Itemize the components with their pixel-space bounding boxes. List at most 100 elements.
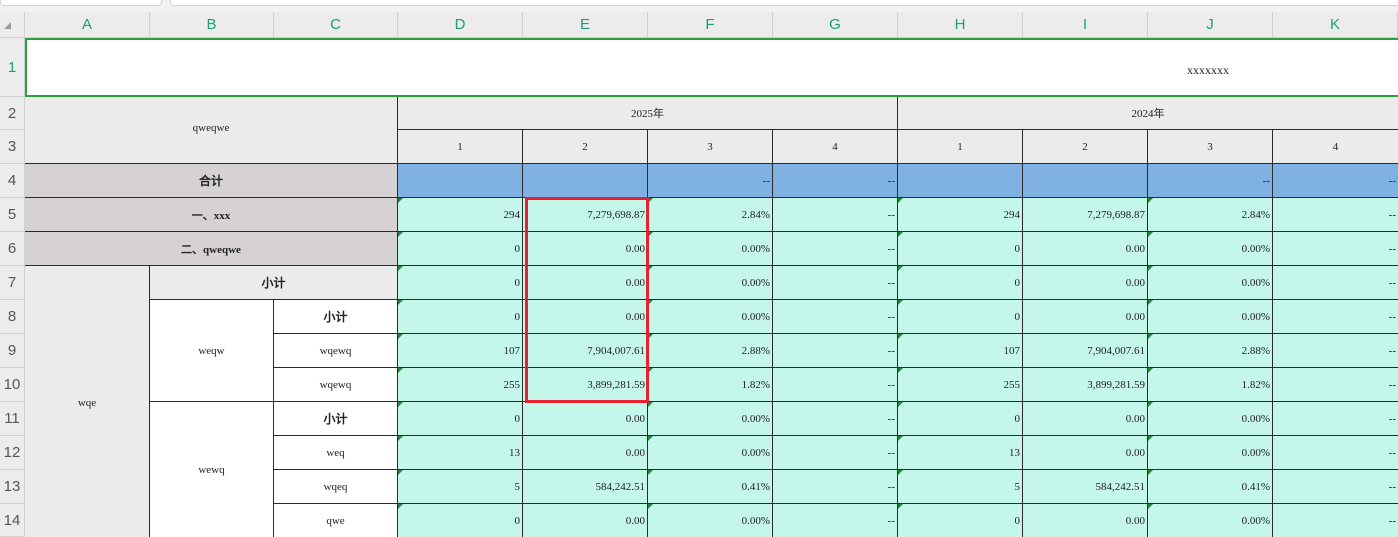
data-cell-r12-c2[interactable]: 0.00% [648, 436, 773, 470]
data-cell-r6-c1[interactable]: 0.00 [523, 232, 648, 266]
data-cell-r4-c2[interactable]: -- [648, 164, 773, 198]
label-total[interactable]: 合计 [25, 164, 398, 198]
data-cell-r8-c5[interactable]: 0.00 [1023, 300, 1148, 334]
data-cell-r7-c4[interactable]: 0 [898, 266, 1023, 300]
row-header-11[interactable]: 12 [0, 436, 25, 470]
data-cell-r5-c0[interactable]: 294 [398, 198, 523, 232]
column-header-10[interactable]: K [1273, 12, 1398, 38]
data-cell-r14-c1[interactable]: 0.00 [523, 504, 648, 537]
row-header-8[interactable]: 9 [0, 334, 25, 368]
data-cell-r4-c3[interactable]: -- [773, 164, 898, 198]
label-r10[interactable]: wqewq [274, 368, 398, 402]
data-cell-r13-c3[interactable]: -- [773, 470, 898, 504]
data-cell-r12-c3[interactable]: -- [773, 436, 898, 470]
data-cell-r11-c3[interactable]: -- [773, 402, 898, 436]
data-cell-r7-c3[interactable]: -- [773, 266, 898, 300]
sub-column-header-4[interactable]: 1 [898, 130, 1023, 164]
data-cell-r13-c0[interactable]: 5 [398, 470, 523, 504]
sub-column-header-5[interactable]: 2 [1023, 130, 1148, 164]
data-cell-r4-c6[interactable]: -- [1148, 164, 1273, 198]
data-cell-r7-c0[interactable]: 0 [398, 266, 523, 300]
column-header-5[interactable]: F [648, 12, 773, 38]
label-r12[interactable]: weq [274, 436, 398, 470]
data-cell-r6-c6[interactable]: 0.00% [1148, 232, 1273, 266]
label-r8-subtotal[interactable]: 小计 [274, 300, 398, 334]
data-cell-r6-c7[interactable]: -- [1273, 232, 1398, 266]
data-cell-r6-c5[interactable]: 0.00 [1023, 232, 1148, 266]
data-cell-r5-c1[interactable]: 7,279,698.87 [523, 198, 648, 232]
column-header-4[interactable]: E [523, 12, 648, 38]
data-cell-r8-c6[interactable]: 0.00% [1148, 300, 1273, 334]
sub-column-header-0[interactable]: 1 [398, 130, 523, 164]
data-cell-r8-c3[interactable]: -- [773, 300, 898, 334]
data-cell-r13-c1[interactable]: 584,242.51 [523, 470, 648, 504]
column-header-1[interactable]: B [150, 12, 274, 38]
data-cell-r12-c6[interactable]: 0.00% [1148, 436, 1273, 470]
data-cell-r5-c4[interactable]: 294 [898, 198, 1023, 232]
label-r11-subtotal[interactable]: 小计 [274, 402, 398, 436]
data-cell-r9-c4[interactable]: 107 [898, 334, 1023, 368]
label-item2[interactable]: 二、qweqwe [25, 232, 398, 266]
data-cell-r4-c1[interactable] [523, 164, 648, 198]
label-r13[interactable]: wqeq [274, 470, 398, 504]
column-header-8[interactable]: I [1023, 12, 1148, 38]
row-header-9[interactable]: 10 [0, 368, 25, 402]
data-cell-r10-c1[interactable]: 3,899,281.59 [523, 368, 648, 402]
label-item1[interactable]: 一、xxx [25, 198, 398, 232]
year-2025-header[interactable]: 2025年 [398, 97, 898, 130]
data-cell-r10-c4[interactable]: 255 [898, 368, 1023, 402]
data-cell-r10-c6[interactable]: 1.82% [1148, 368, 1273, 402]
row-header-2[interactable]: 3 [0, 130, 25, 164]
data-cell-r14-c5[interactable]: 0.00 [1023, 504, 1148, 537]
label-r9[interactable]: wqewq [274, 334, 398, 368]
data-cell-r14-c7[interactable]: -- [1273, 504, 1398, 537]
data-cell-r8-c2[interactable]: 0.00% [648, 300, 773, 334]
year-2024-header[interactable]: 2024年 [898, 97, 1398, 130]
name-box[interactable] [0, 0, 162, 6]
data-cell-r8-c1[interactable]: 0.00 [523, 300, 648, 334]
data-cell-r7-c1[interactable]: 0.00 [523, 266, 648, 300]
data-cell-r12-c1[interactable]: 0.00 [523, 436, 648, 470]
data-cell-r9-c2[interactable]: 2.88% [648, 334, 773, 368]
row-header-10[interactable]: 11 [0, 402, 25, 436]
column-header-7[interactable]: H [898, 12, 1023, 38]
data-cell-r6-c3[interactable]: -- [773, 232, 898, 266]
data-cell-r9-c7[interactable]: -- [1273, 334, 1398, 368]
row-header-12[interactable]: 13 [0, 470, 25, 504]
data-cell-r9-c1[interactable]: 7,904,007.61 [523, 334, 648, 368]
column-header-3[interactable]: D [398, 12, 523, 38]
column-header-0[interactable]: A [25, 12, 150, 38]
column-header-6[interactable]: G [773, 12, 898, 38]
data-cell-r11-c2[interactable]: 0.00% [648, 402, 773, 436]
data-cell-r14-c4[interactable]: 0 [898, 504, 1023, 537]
data-cell-r12-c4[interactable]: 13 [898, 436, 1023, 470]
data-cell-r12-c7[interactable]: -- [1273, 436, 1398, 470]
data-cell-r8-c7[interactable]: -- [1273, 300, 1398, 334]
data-cell-r4-c4[interactable] [898, 164, 1023, 198]
data-cell-r9-c6[interactable]: 2.88% [1148, 334, 1273, 368]
data-cell-r11-c6[interactable]: 0.00% [1148, 402, 1273, 436]
data-cell-r5-c2[interactable]: 2.84% [648, 198, 773, 232]
data-cell-r12-c5[interactable]: 0.00 [1023, 436, 1148, 470]
data-cell-r8-c4[interactable]: 0 [898, 300, 1023, 334]
label-subtotal-group[interactable]: 小计 [150, 266, 398, 300]
data-cell-r11-c0[interactable]: 0 [398, 402, 523, 436]
sub-column-header-2[interactable]: 3 [648, 130, 773, 164]
data-cell-r10-c5[interactable]: 3,899,281.59 [1023, 368, 1148, 402]
label-weqw[interactable]: weqw [150, 300, 274, 402]
data-cell-r11-c5[interactable]: 0.00 [1023, 402, 1148, 436]
data-cell-r7-c2[interactable]: 0.00% [648, 266, 773, 300]
corner-label-cell[interactable]: qweqwe [25, 97, 398, 164]
data-cell-r7-c5[interactable]: 0.00 [1023, 266, 1148, 300]
data-cell-r13-c5[interactable]: 584,242.51 [1023, 470, 1148, 504]
row-header-3[interactable]: 4 [0, 164, 25, 198]
data-cell-r13-c7[interactable]: -- [1273, 470, 1398, 504]
data-cell-r13-c4[interactable]: 5 [898, 470, 1023, 504]
data-cell-r14-c6[interactable]: 0.00% [1148, 504, 1273, 537]
row-header-13[interactable]: 14 [0, 504, 25, 537]
data-cell-r14-c0[interactable]: 0 [398, 504, 523, 537]
data-cell-r11-c7[interactable]: -- [1273, 402, 1398, 436]
label-wqe[interactable]: wqe [25, 266, 150, 537]
sub-column-header-7[interactable]: 4 [1273, 130, 1398, 164]
data-cell-r10-c2[interactable]: 1.82% [648, 368, 773, 402]
